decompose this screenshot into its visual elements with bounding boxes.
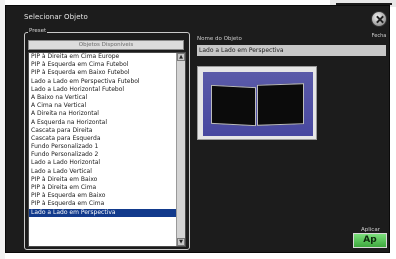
list-item[interactable]: À Esquerda na Horizontal [29, 119, 177, 127]
close-label: Fecha [371, 33, 387, 39]
preview-left-screen [211, 84, 256, 127]
list-scrollbar[interactable]: ▲ ▼ [176, 53, 185, 246]
apply-button[interactable]: Ap [353, 233, 387, 248]
list-item[interactable]: Fundo Personalizado 2 [29, 151, 177, 159]
list-item[interactable]: PIP à Esquerda em Baixo [29, 192, 177, 200]
preview-right-screen [257, 83, 304, 126]
close-button[interactable]: Fecha [366, 11, 392, 43]
list-item[interactable]: Lado a Lado Vertical [29, 168, 177, 176]
list-item[interactable]: Cascata para Esquerda [29, 135, 177, 143]
list-item[interactable]: PIP à Esquerda em Cima [29, 200, 177, 208]
scroll-down-icon[interactable]: ▼ [177, 238, 185, 246]
list-item[interactable]: A Cima na Vertical [29, 102, 177, 110]
list-item[interactable]: Lado a Lado em Perspectiva [29, 208, 177, 217]
available-objects-header: Objetos Disponíveis [28, 40, 184, 50]
list-item[interactable]: Fundo Personalizado 1 [29, 143, 177, 151]
list-item[interactable]: PIP à Esquerda em Cima Futebol [29, 61, 177, 69]
scroll-up-icon[interactable]: ▲ [177, 53, 185, 61]
list-item[interactable]: PIP à Esquerda em Baixo Futebol [29, 69, 177, 77]
list-item[interactable]: Lado a Lado Horizontal [29, 159, 177, 167]
preset-panel-label: Preset [28, 28, 48, 34]
list-item[interactable]: À Direita na Horizontal [29, 110, 177, 118]
list-item[interactable]: PIP à Direita em Cima Europe [29, 53, 177, 61]
object-list: PIP à Direita em Cima Europe PIP à Esquer… [29, 53, 177, 217]
list-item[interactable]: A Baixo na Vertical [29, 94, 177, 102]
object-preview [197, 66, 317, 140]
close-icon[interactable] [371, 11, 387, 27]
list-item[interactable]: Cascata para Direita [29, 127, 177, 135]
object-name-label: Nome do Objeto [197, 36, 242, 42]
list-item[interactable]: PIP à Direita em Baixo [29, 176, 177, 184]
object-listbox[interactable]: PIP à Direita em Cima Europe PIP à Esquer… [28, 52, 186, 247]
dialog-title: Selecionar Objeto [24, 13, 88, 21]
list-item[interactable]: Lado a Lado Horizontal Futebol [29, 86, 177, 94]
list-item[interactable]: Lado a Lado em Perspectiva Futebol [29, 78, 177, 86]
preview-background [203, 72, 313, 136]
list-item[interactable]: PIP à Direita em Cima [29, 184, 177, 192]
object-name-field: Lado a Lado em Perspectiva [197, 45, 386, 56]
